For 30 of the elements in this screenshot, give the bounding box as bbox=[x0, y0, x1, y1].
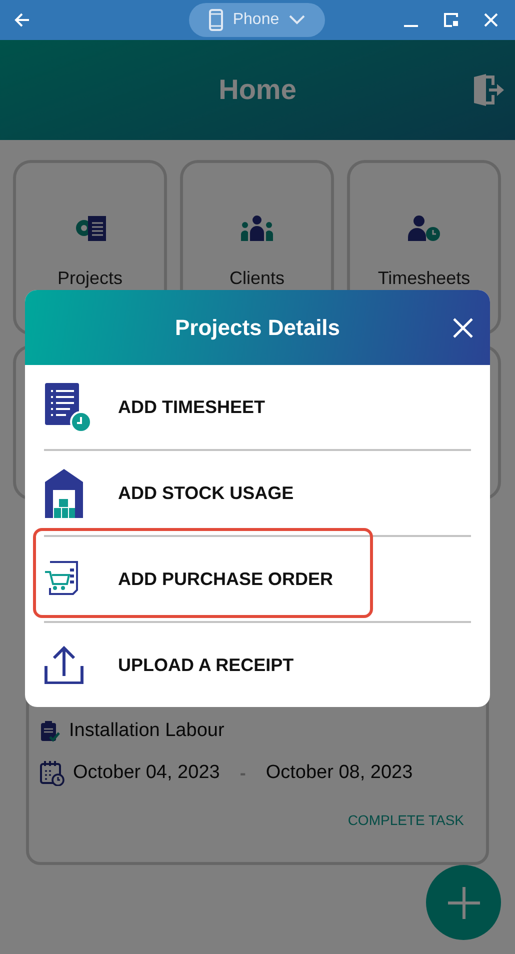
page-title: Home bbox=[218, 74, 296, 106]
dialog-menu-item[interactable]: ADD TIMESHEET bbox=[25, 365, 490, 449]
task-name: Installation Labour bbox=[69, 720, 224, 742]
card-label: Timesheets bbox=[378, 268, 470, 289]
phone-icon bbox=[208, 9, 223, 31]
logout-icon[interactable] bbox=[471, 73, 505, 107]
calendar-clock-icon bbox=[39, 760, 65, 786]
upload-icon bbox=[44, 646, 84, 684]
clipboard-check-icon bbox=[39, 720, 61, 742]
plus-icon bbox=[446, 886, 480, 920]
start-date: October 04, 2023 bbox=[73, 762, 220, 784]
dialog-menu-item[interactable]: UPLOAD A RECEIPT bbox=[25, 623, 490, 707]
chevron-down-icon bbox=[289, 15, 306, 25]
close-icon[interactable] bbox=[453, 318, 473, 338]
close-icon[interactable] bbox=[483, 12, 499, 28]
card-label: Projects bbox=[57, 268, 123, 289]
projects-icon bbox=[73, 215, 107, 242]
warehouse-icon bbox=[44, 468, 84, 518]
date-separator: - bbox=[240, 762, 246, 784]
card-label: Clients bbox=[229, 268, 285, 289]
dialog-menu-item[interactable]: ADD PURCHASE ORDER bbox=[25, 537, 490, 621]
cart-document-icon bbox=[44, 560, 80, 598]
clients-icon bbox=[240, 215, 274, 242]
end-date: October 08, 2023 bbox=[266, 762, 413, 784]
timesheets-icon bbox=[407, 215, 441, 242]
complete-task-button[interactable]: COMPLETE TASK bbox=[348, 812, 464, 828]
dialog-menu-item[interactable]: ADD STOCK USAGE bbox=[25, 451, 490, 535]
back-arrow-icon[interactable] bbox=[13, 11, 31, 29]
restore-icon[interactable] bbox=[443, 12, 459, 28]
device-selector[interactable]: Phone bbox=[189, 3, 325, 37]
